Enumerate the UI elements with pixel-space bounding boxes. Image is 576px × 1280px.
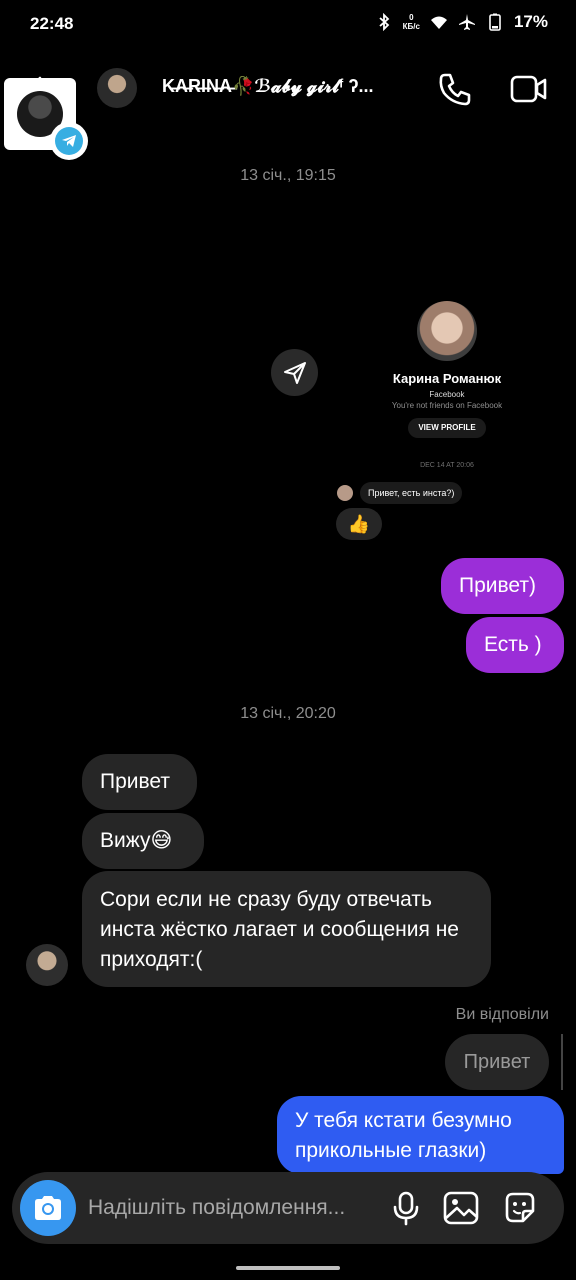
message-incoming[interactable]: Сори если не сразу буду отвечать инста ж… [82,871,491,987]
home-indicator[interactable] [236,1266,340,1270]
card-note: You're not friends on Facebook [391,401,503,410]
card-message: Привет, есть инста?) [360,482,463,504]
contact-name[interactable]: K̶A̶R̶I̶N̶A̶🥀ℬ𝓪𝓫𝔂 𝓰𝓲𝓻𝓵ᶠ ʔ... [162,76,374,97]
card-reaction: 👍 [336,508,382,540]
status-time: 22:48 [30,14,74,33]
battery-icon [489,13,501,31]
telegram-icon [62,135,76,147]
message-outgoing[interactable]: Есть ) [466,617,564,673]
card-profile-avatar [417,301,477,361]
message-composer [12,1172,564,1244]
sticker-icon[interactable] [502,1190,538,1226]
send-icon [283,361,306,384]
reply-label: Ви відповіли [455,1006,549,1023]
network-speed: 0 КБ/с [402,13,420,31]
sender-avatar[interactable] [26,944,68,986]
battery-percent: 17% [513,12,548,31]
camera-icon [35,1196,61,1220]
card-mini-avatar [337,485,353,501]
microphone-icon[interactable] [388,1190,424,1226]
wifi-icon [430,16,447,29]
card-source: Facebook [429,390,465,399]
message-input[interactable] [88,1192,373,1224]
reply-indicator-line [561,1034,563,1090]
timestamp: 13 січ., 19:15 [240,167,336,184]
status-icons: 0 КБ/с 17% [375,12,548,32]
share-button[interactable] [271,349,318,396]
message-outgoing[interactable]: Привет) [441,558,564,614]
chat-header: K̶A̶R̶I̶N̶A̶🥀ℬ𝓪𝓫𝔂 𝓰𝓲𝓻𝓵ᶠ ʔ... [0,60,576,120]
quoted-message[interactable]: Привет [445,1034,549,1090]
card-date: DEC 14 AT 20:06 [420,462,474,469]
message-incoming[interactable]: Вижу😅 [82,813,204,869]
video-call-icon[interactable] [508,70,548,108]
message-incoming[interactable]: Привет [82,754,197,810]
card-view-profile-button: VIEW PROFILE [408,418,486,438]
telegram-badge [50,122,88,160]
camera-button[interactable] [20,1180,76,1236]
timestamp: 13 січ., 20:20 [240,705,336,722]
contact-avatar[interactable] [97,68,137,108]
phone-call-icon[interactable] [436,70,474,108]
gallery-icon[interactable] [442,1190,480,1226]
airplane-icon [458,14,475,30]
message-reply[interactable]: У тебя кстати безумно прикольные глазки) [277,1096,564,1174]
telegram-chat-head[interactable] [4,78,88,160]
status-bar: 22:48 0 КБ/с 17% [0,0,576,48]
card-profile-name: Карина Романюк [392,371,502,386]
shared-screenshot[interactable]: Карина Романюк Facebook You're not frien… [330,290,564,550]
bluetooth-icon [379,13,389,31]
